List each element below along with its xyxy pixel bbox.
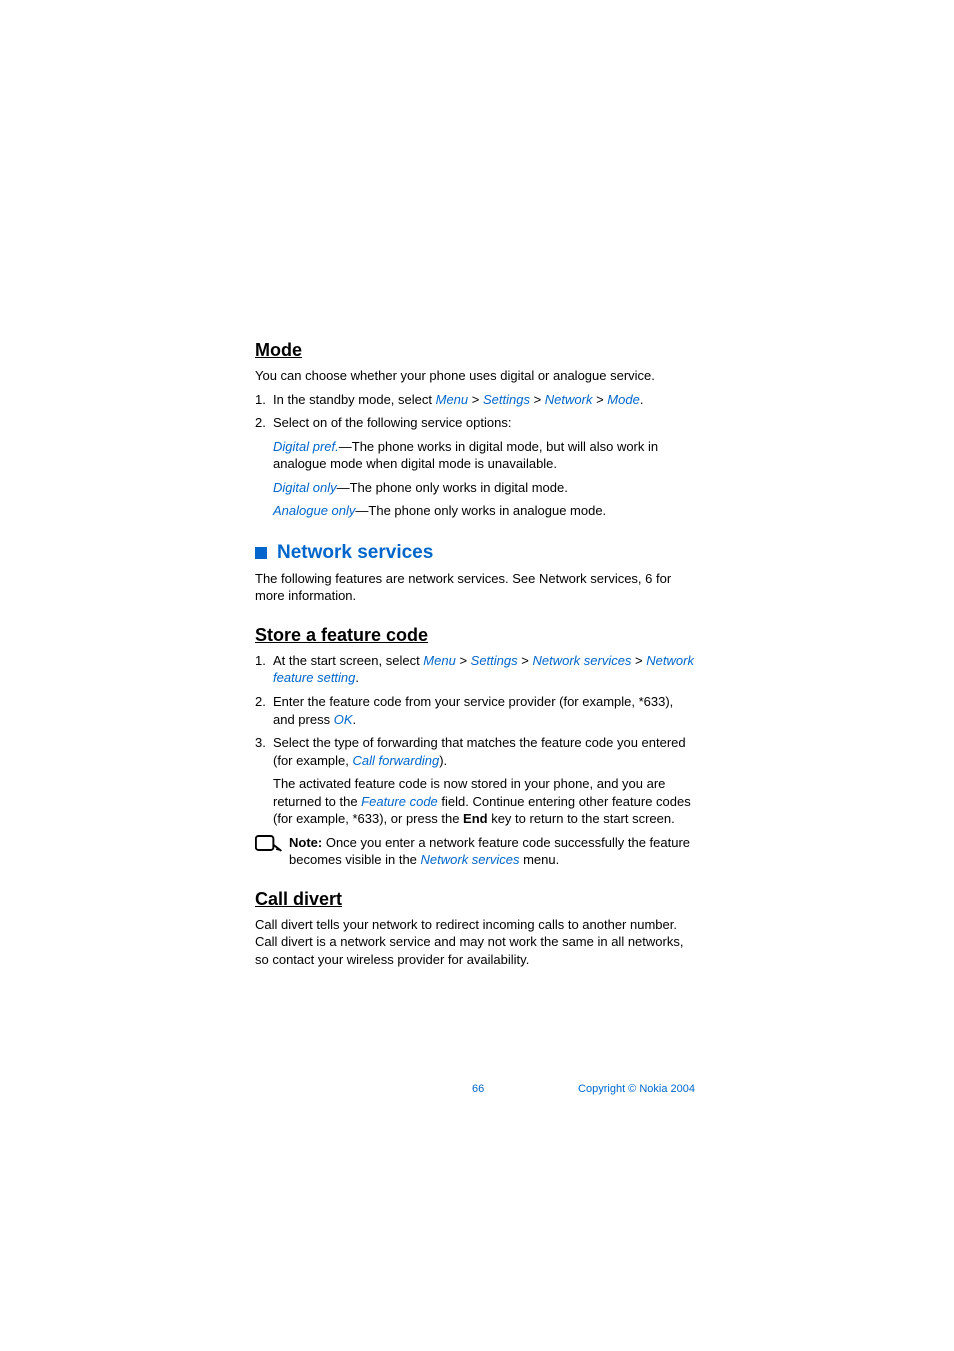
step-text: Select on of the following service optio… bbox=[273, 415, 511, 430]
link-digital-pref[interactable]: Digital pref. bbox=[273, 439, 339, 454]
heading-store-feature-code: Store a feature code bbox=[255, 625, 695, 646]
link-network-services[interactable]: Network services bbox=[532, 653, 631, 668]
option-desc: —The phone only works in analogue mode. bbox=[355, 503, 606, 518]
list-number: 3. bbox=[255, 734, 266, 752]
step-text: In the standby mode, select bbox=[273, 392, 436, 407]
mode-option-3: Analogue only—The phone only works in an… bbox=[255, 502, 695, 520]
link-feature-code[interactable]: Feature code bbox=[361, 794, 438, 809]
link-menu[interactable]: Menu bbox=[436, 392, 469, 407]
network-services-intro: The following features are network servi… bbox=[255, 570, 695, 605]
link-settings[interactable]: Settings bbox=[471, 653, 518, 668]
link-network-services[interactable]: Network services bbox=[421, 852, 520, 867]
period: . bbox=[353, 712, 357, 727]
mode-option-1: Digital pref.—The phone works in digital… bbox=[255, 438, 695, 473]
list-number: 1. bbox=[255, 391, 266, 409]
copyright-text: Copyright © Nokia 2004 bbox=[578, 1083, 695, 1095]
note-label: Note: bbox=[289, 835, 322, 850]
link-call-forwarding[interactable]: Call forwarding bbox=[352, 753, 439, 768]
step-text: At the start screen, select bbox=[273, 653, 423, 668]
period: . bbox=[355, 670, 359, 685]
option-desc: —The phone only works in digital mode. bbox=[337, 480, 568, 495]
sfc-step-2: 2. Enter the feature code from your serv… bbox=[255, 693, 695, 728]
page-number: 66 bbox=[472, 1083, 484, 1095]
separator: > bbox=[456, 653, 471, 668]
mode-step-1: 1. In the standby mode, select Menu > Se… bbox=[255, 391, 695, 409]
content-area: Mode You can choose whether your phone u… bbox=[255, 340, 695, 975]
list-number: 2. bbox=[255, 414, 266, 432]
link-digital-only[interactable]: Digital only bbox=[273, 480, 337, 495]
separator: > bbox=[468, 392, 483, 407]
link-analogue-only[interactable]: Analogue only bbox=[273, 503, 355, 518]
sfc-step-1: 1. At the start screen, select Menu > Se… bbox=[255, 652, 695, 687]
link-menu[interactable]: Menu bbox=[423, 653, 456, 668]
separator: > bbox=[592, 392, 607, 407]
note-icon bbox=[255, 835, 283, 863]
link-ok[interactable]: OK bbox=[334, 712, 353, 727]
call-divert-body: Call divert tells your network to redire… bbox=[255, 916, 695, 969]
page: Mode You can choose whether your phone u… bbox=[0, 0, 954, 1351]
square-bullet-icon bbox=[255, 547, 267, 559]
list-number: 1. bbox=[255, 652, 266, 670]
step-suffix: ). bbox=[439, 753, 447, 768]
link-settings[interactable]: Settings bbox=[483, 392, 530, 407]
separator: > bbox=[530, 392, 545, 407]
section-heading-row: Network services bbox=[255, 542, 695, 564]
heading-network-services: Network services bbox=[277, 542, 433, 564]
link-network[interactable]: Network bbox=[545, 392, 593, 407]
separator: > bbox=[631, 653, 646, 668]
separator: > bbox=[518, 653, 533, 668]
mode-intro: You can choose whether your phone uses d… bbox=[255, 367, 695, 385]
para-text: key to return to the start screen. bbox=[488, 811, 675, 826]
heading-call-divert: Call divert bbox=[255, 889, 695, 910]
sfc-paragraph: The activated feature code is now stored… bbox=[255, 775, 695, 828]
note-row: Note: Once you enter a network feature c… bbox=[255, 834, 695, 869]
period: . bbox=[640, 392, 644, 407]
link-mode[interactable]: Mode bbox=[607, 392, 640, 407]
list-number: 2. bbox=[255, 693, 266, 711]
bold-end-key: End bbox=[463, 811, 488, 826]
step-text: Select the type of forwarding that match… bbox=[273, 735, 686, 768]
note-text: Note: Once you enter a network feature c… bbox=[289, 834, 695, 869]
mode-step-2: 2. Select on of the following service op… bbox=[255, 414, 695, 432]
heading-mode: Mode bbox=[255, 340, 695, 361]
mode-option-2: Digital only—The phone only works in dig… bbox=[255, 479, 695, 497]
note-suffix: menu. bbox=[519, 852, 559, 867]
sfc-step-3: 3. Select the type of forwarding that ma… bbox=[255, 734, 695, 769]
